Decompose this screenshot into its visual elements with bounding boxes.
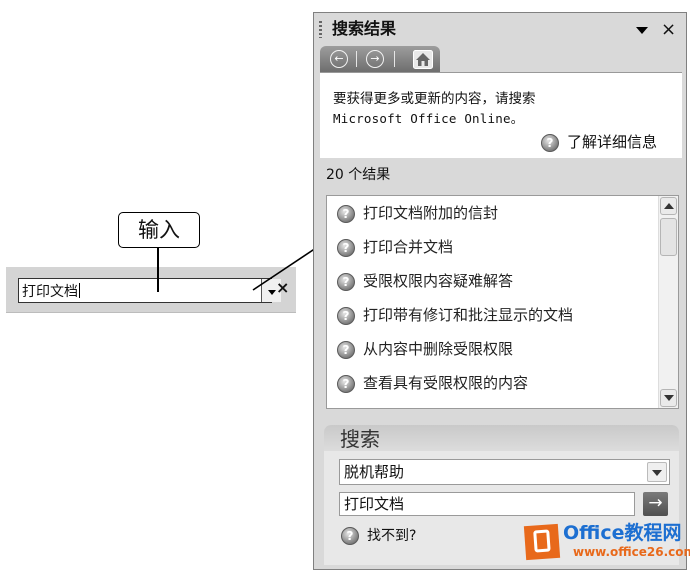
drag-grip-icon[interactable]: [319, 21, 322, 38]
search-go-button[interactable]: →: [643, 492, 668, 516]
pane-close-button[interactable]: ×: [661, 20, 676, 40]
result-item[interactable]: ? 打印带有修订和批注显示的文档: [337, 305, 655, 339]
scope-dropdown-button[interactable]: [647, 462, 667, 482]
search-scope-select[interactable]: 脱机帮助: [339, 459, 670, 485]
result-label: 受限权限内容疑难解答: [363, 272, 514, 290]
result-label: 打印带有修订和批注显示的文档: [363, 306, 574, 324]
result-item[interactable]: ? 受限权限内容疑难解答: [337, 271, 655, 305]
help-question-bar: 打印文档 ×: [6, 267, 296, 313]
help-question-text: 打印文档: [22, 284, 78, 300]
result-label: 查看具有受限权限的内容: [363, 374, 529, 392]
info-line-1: 要获得更多或更新的内容，请搜索: [333, 91, 536, 107]
chevron-down-icon: [664, 395, 674, 401]
help-question-icon: ?: [541, 133, 559, 152]
chevron-up-icon: [664, 203, 674, 209]
not-found-link[interactable]: ? 找不到?: [341, 526, 416, 546]
help-topic-icon: ?: [337, 238, 355, 257]
help-topic-icon: ?: [337, 340, 355, 359]
search-section-title: 搜索: [340, 427, 380, 451]
help-topic-icon: ?: [337, 374, 355, 393]
learn-more-label: 了解详细信息: [567, 133, 658, 151]
results-list: ? 打印文档附加的信封 ? 打印合并文档 ? 受限权限内容疑难解答 ? 打印带有修订和批…: [326, 195, 679, 409]
nav-separator: [394, 51, 395, 67]
office-logo-icon: [523, 523, 561, 561]
result-label: 打印文档附加的信封: [363, 204, 499, 222]
results-scrollbar[interactable]: [658, 196, 678, 408]
search-section-header: 搜索: [324, 425, 679, 451]
help-topic-icon: ?: [337, 272, 355, 291]
help-question-input[interactable]: 打印文档: [18, 278, 281, 303]
search-scope-value: 脱机帮助: [344, 463, 405, 481]
watermark-url: www.office26.com: [573, 545, 690, 559]
scroll-down-button[interactable]: [660, 389, 677, 407]
info-text: 要获得更多或更新的内容，请搜索 Microsoft Office Online。: [333, 90, 673, 128]
result-label: 打印合并文档: [363, 238, 454, 256]
site-watermark: Office教程网 www.office26.com: [523, 522, 690, 567]
help-close-button[interactable]: ×: [276, 278, 289, 298]
help-topic-icon: ?: [337, 306, 355, 325]
not-found-label: 找不到?: [367, 528, 417, 544]
nav-separator: [356, 51, 357, 67]
result-item[interactable]: ? 打印文档附加的信封: [337, 203, 655, 237]
pane-menu-dropdown-icon[interactable]: [636, 27, 648, 34]
scroll-up-button[interactable]: [660, 197, 677, 215]
watermark-title: Office教程网: [563, 522, 682, 544]
info-box: 要获得更多或更新的内容，请搜索 Microsoft Office Online。…: [320, 72, 682, 158]
results-count: 20 个结果: [326, 167, 391, 183]
pane-nav-toolbar: ← →: [320, 46, 440, 72]
back-arrow-icon[interactable]: ←: [330, 50, 348, 68]
search-input-value: 打印文档: [344, 495, 405, 513]
result-item[interactable]: ? 打印合并文档: [337, 237, 655, 271]
result-label: 从内容中删除受限权限: [363, 340, 514, 358]
pane-title: 搜索结果: [332, 19, 397, 38]
result-item[interactable]: ? 从内容中删除受限权限: [337, 339, 655, 373]
chevron-down-icon: [652, 470, 662, 476]
pane-header: 搜索结果 ×: [314, 13, 686, 45]
text-caret: [79, 283, 80, 298]
scroll-thumb[interactable]: [660, 218, 677, 256]
search-input[interactable]: 打印文档: [339, 492, 635, 516]
result-item[interactable]: ? 查看具有受限权限的内容: [337, 373, 655, 407]
info-line-2[interactable]: Microsoft Office Online。: [333, 109, 673, 128]
input-callout: 输入: [118, 212, 200, 248]
help-topic-icon: ?: [337, 204, 355, 223]
forward-arrow-icon[interactable]: →: [366, 50, 384, 68]
learn-more-link[interactable]: ? 了解详细信息: [541, 133, 657, 152]
chevron-down-icon: [268, 290, 276, 295]
callout-label: 输入: [138, 218, 180, 242]
search-results-pane: 搜索结果 × ← → 要获得更多或更新的内容，请搜索 Microsoft Off…: [313, 12, 687, 570]
home-icon[interactable]: [413, 50, 433, 69]
help-question-icon: ?: [341, 527, 359, 545]
